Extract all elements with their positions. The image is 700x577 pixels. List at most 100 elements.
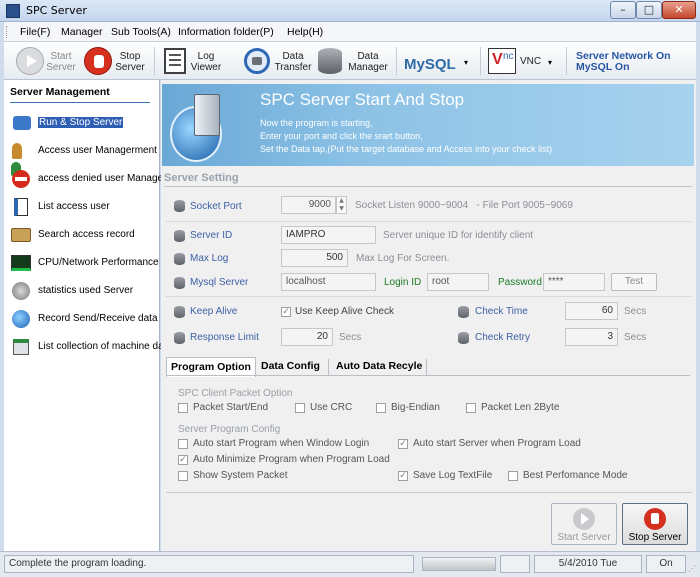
big-endian-checkbox[interactable] [376,403,386,413]
sidebar-item-record-send-receive[interactable]: Record Send/Receive data [8,307,162,331]
data-transfer-button[interactable]: Data Transfer [242,42,312,80]
data-manager-button[interactable]: Data Manager [316,42,392,80]
auto-minimize-checkbox[interactable]: ✓ [178,455,188,465]
auto-start-program-checkbox[interactable] [178,439,188,449]
sidebar-item-label: List access user [38,201,110,212]
database-icon [174,230,185,242]
server-id-input[interactable]: IAMPRO [281,226,376,244]
sidebar-item-access-denied[interactable]: access denied user Manage [8,167,163,191]
server-id-label: Server ID [190,230,233,241]
packet-start-end-checkbox[interactable] [178,403,188,413]
menu-help[interactable]: Help(H) [287,26,323,38]
log-label-1: Log [197,51,215,62]
stop-server-tool-button[interactable]: Stop Server [82,42,148,80]
sidebar-item-label: CPU/Network Performance [38,257,159,268]
socket-port-input[interactable]: 9000 [281,196,336,214]
option-label: Save Log TextFile [413,470,493,481]
globe-icon [10,309,32,329]
menu-file[interactable]: File(F) [20,26,50,38]
minimize-button[interactable]: – [610,1,636,19]
log-viewer-button[interactable]: Log Viewer [162,42,224,80]
start-server-tool-button[interactable]: Start Server [14,42,78,80]
start-server-label: Start Server [557,532,611,543]
section-title: Server Setting [164,172,239,184]
sidebar-item-list-access-user[interactable]: List access user [8,195,162,219]
sidebar-item-statistics[interactable]: statistics used Server [8,279,162,303]
banner-line: Set the Data tap,(Put the target databas… [260,144,553,154]
status-cell [500,555,530,573]
option-label: Auto start Program when Window Login [193,438,370,449]
stop-server-button[interactable]: Stop Server [622,503,688,545]
login-id-label: Login ID [384,277,422,288]
response-limit-input[interactable]: 20 [281,328,333,346]
divider [328,359,329,375]
divider [426,359,427,375]
keep-alive-label: Keep Alive [190,306,238,317]
tab-program-option[interactable]: Program Option [166,357,256,377]
password-input[interactable]: **** [543,273,605,291]
play-icon [16,47,44,75]
maximize-button[interactable]: □ [636,1,662,19]
max-log-label: Max Log [190,253,229,264]
check-time-input[interactable]: 60 [565,302,618,320]
network-pc-icon [10,113,32,133]
socket-port-hint: Socket Listen 9000~9004 - File Port 9005… [355,200,573,211]
vnc-button[interactable]: V nc VNC ▾ [486,42,558,80]
menu-sub-tools[interactable]: Sub Tools(A) [111,26,171,38]
divider [166,221,692,222]
check-retry-input[interactable]: 3 [565,328,618,346]
stop-label-2: Server [115,62,145,73]
banner-line: Enter your port and click the srart butt… [260,131,423,141]
stop-label-1: Stop [119,51,141,62]
password-label: Password [498,277,542,288]
stop-hand-icon [84,47,112,75]
mysql-button[interactable]: MySQL ▾ [402,42,474,80]
sidebar-item-search-record[interactable]: Search access record [8,223,162,247]
start-label-1: Start [50,51,72,62]
log-label-2: Viewer [190,62,222,73]
test-connection-button[interactable]: Test [611,273,657,291]
sidebar-item-cpu-network[interactable]: CPU/Network Performance [8,251,162,275]
show-system-packet-checkbox[interactable] [178,471,188,481]
port-spinner[interactable]: ▲ ▼ [336,196,347,214]
tab-data-config[interactable]: Data Config [257,357,324,376]
status-state: On [646,555,686,573]
toolbar-separator [480,47,481,75]
resize-grip-icon[interactable]: ⋰ [688,564,696,573]
menu-manager[interactable]: Manager [61,26,102,38]
page-title: SPC Server Start And Stop [260,90,465,109]
auto-start-server-checkbox[interactable]: ✓ [398,439,408,449]
response-limit-unit: Secs [339,332,362,343]
sidebar-item-label: Run & Stop Server [38,117,124,128]
tab-auto-data-recyle[interactable]: Auto Data Recyle [332,357,426,376]
menu-bar: File(F) Manager Sub Tools(A) Information… [4,22,696,42]
sidebar-item-machine-data[interactable]: List collection of machine da [8,335,164,359]
max-log-input[interactable]: 500 [281,249,348,267]
close-button[interactable]: ✕ [662,1,696,19]
option-label: Auto Minimize Program when Program Load [193,454,390,465]
database-icon [174,332,185,344]
stop-server-label: Stop Server [628,532,682,543]
start-server-button[interactable]: Start Server [551,503,617,545]
mysql-logo: MySQL [404,56,456,73]
response-limit-label: Response Limit [190,332,259,343]
save-log-checkbox[interactable]: ✓ [398,471,408,481]
toolbar: Start Server Stop Server Log Viewer Data… [4,42,696,80]
menu-information-folder[interactable]: Information folder(P) [178,26,274,38]
server-id-hint: Server unique ID for identify client [383,230,534,241]
best-performance-checkbox[interactable] [508,471,518,481]
server-status: Server Network On MySQL On [576,51,671,73]
use-crc-checkbox[interactable] [295,403,305,413]
program-config-title: Server Program Config [178,424,281,435]
sidebar-item-run-stop-server[interactable]: Run & Stop Server [8,111,162,135]
stop-hand-icon [644,508,666,530]
manager-label-2: Manager [348,62,388,73]
mysql-server-input[interactable]: localhost [281,273,376,291]
sidebar-title: Server Management [10,86,110,98]
packet-len-checkbox[interactable] [466,403,476,413]
login-id-input[interactable]: root [427,273,489,291]
keep-alive-checkbox[interactable]: ✓ [281,307,291,317]
sidebar-item-access-user[interactable]: Access user Managerment [8,139,162,176]
socket-port-label: Socket Port [190,201,242,212]
check-time-label: Check Time [475,306,528,317]
